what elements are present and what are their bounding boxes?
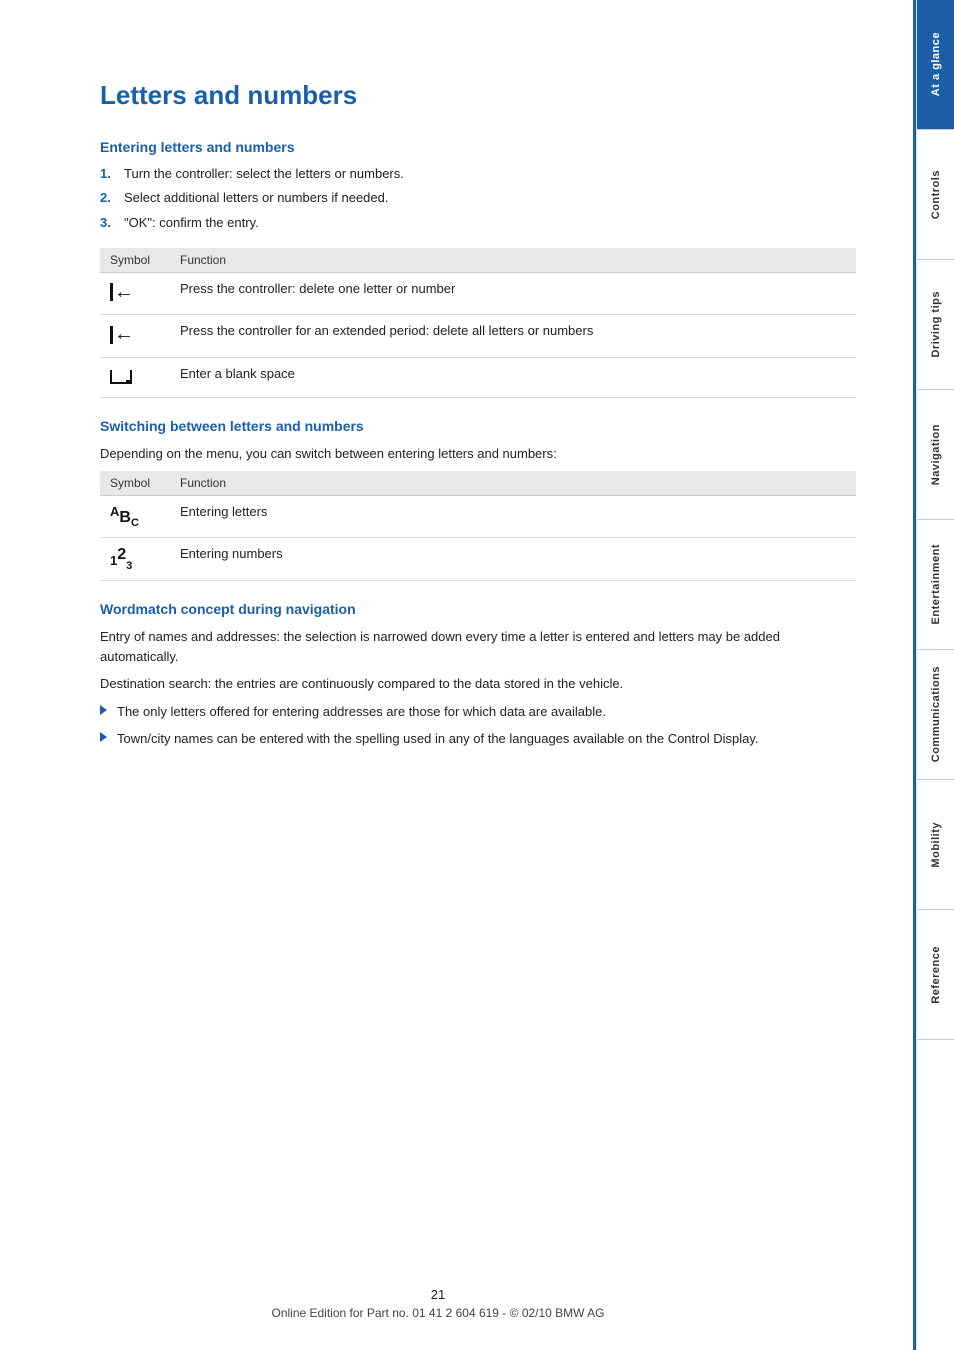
delete-one-icon: ← [110,281,134,304]
bullet-2-text: Town/city names can be entered with the … [117,729,758,749]
symbol-table-1: Symbol Function ← Press the controller: … [100,248,856,398]
page-number: 21 [0,1287,876,1302]
table-row: ABC Entering letters [100,496,856,538]
symbol-space [100,357,170,397]
page-title: Letters and numbers [100,80,856,111]
step-2-num: 2. [100,189,116,207]
table-row: ← Press the controller: delete one lette… [100,272,856,315]
page-container: Letters and numbers Entering letters and… [0,0,954,1350]
step-1: 1. Turn the controller: select the lette… [100,165,856,183]
symbol-delete-one: ← [100,272,170,315]
function-space: Enter a blank space [170,357,856,397]
step-3-num: 3. [100,214,116,232]
step-3: 3. "OK": confirm the entry. [100,214,856,232]
space-icon [110,370,132,384]
sidebar-item-communications[interactable]: Communications [917,650,954,780]
sidebar-tab-label: Entertainment [930,544,942,624]
step-1-text: Turn the controller: select the letters … [124,165,404,183]
function-letters: Entering letters [170,496,856,538]
footer-text: Online Edition for Part no. 01 41 2 604 … [271,1306,604,1320]
list-item: The only letters offered for entering ad… [100,702,856,722]
symbol-table-2: Symbol Function ABC Entering letters [100,471,856,581]
sidebar-tab-label: Communications [930,666,942,762]
table-row: Enter a blank space [100,357,856,397]
section-wordmatch-heading: Wordmatch concept during navigation [100,601,856,617]
wordmatch-body1: Entry of names and addresses: the select… [100,627,856,666]
sidebar-item-entertainment[interactable]: Entertainment [917,520,954,650]
sidebar-item-navigation[interactable]: Navigation [917,390,954,520]
sidebar-tab-label: Reference [930,946,942,1004]
bullet-arrow-icon [100,732,107,742]
sidebar-item-at-a-glance[interactable]: At a glance [917,0,954,130]
section-switching-heading: Switching between letters and numbers [100,418,856,434]
symbol-123: 123 [100,538,170,581]
sidebar-item-reference[interactable]: Reference [917,910,954,1040]
bullet-arrow-icon [100,705,107,715]
footer: 21 Online Edition for Part no. 01 41 2 6… [0,1287,876,1320]
section-entering-heading: Entering letters and numbers [100,139,856,155]
sidebar-tab-label: At a glance [930,32,942,96]
abc-icon: ABC [110,509,139,526]
sidebar-tab-label: Controls [930,170,942,219]
function-delete-one: Press the controller: delete one letter … [170,272,856,315]
entering-steps-list: 1. Turn the controller: select the lette… [100,165,856,232]
step-2-text: Select additional letters or numbers if … [124,189,389,207]
symbol-delete-all: ← [100,315,170,358]
col-function-2: Function [170,471,856,496]
delete-all-icon: ← [110,323,134,346]
col-function-1: Function [170,248,856,273]
sidebar-item-controls[interactable]: Controls [917,130,954,260]
step-1-num: 1. [100,165,116,183]
col-symbol-2: Symbol [100,471,170,496]
sidebar-item-mobility[interactable]: Mobility [917,780,954,910]
num-icon: 123 [110,552,132,569]
sidebar-tab-label: Mobility [930,822,942,868]
table-row: ← Press the controller for an extended p… [100,315,856,358]
step-2: 2. Select additional letters or numbers … [100,189,856,207]
wordmatch-bullet-list: The only letters offered for entering ad… [100,702,856,749]
wordmatch-body2: Destination search: the entries are cont… [100,674,856,694]
sidebar: At a glance Controls Driving tips Naviga… [916,0,954,1350]
step-3-text: "OK": confirm the entry. [124,214,259,232]
sidebar-tab-label: Driving tips [930,291,942,358]
list-item: Town/city names can be entered with the … [100,729,856,749]
symbol-abc: ABC [100,496,170,538]
function-numbers: Entering numbers [170,538,856,581]
sidebar-item-driving-tips[interactable]: Driving tips [917,260,954,390]
main-content: Letters and numbers Entering letters and… [0,0,916,1350]
bullet-1-text: The only letters offered for entering ad… [117,702,606,722]
table-row: 123 Entering numbers [100,538,856,581]
col-symbol-1: Symbol [100,248,170,273]
sidebar-tab-label: Navigation [930,424,942,485]
switching-body: Depending on the menu, you can switch be… [100,444,856,464]
function-delete-all: Press the controller for an extended per… [170,315,856,358]
